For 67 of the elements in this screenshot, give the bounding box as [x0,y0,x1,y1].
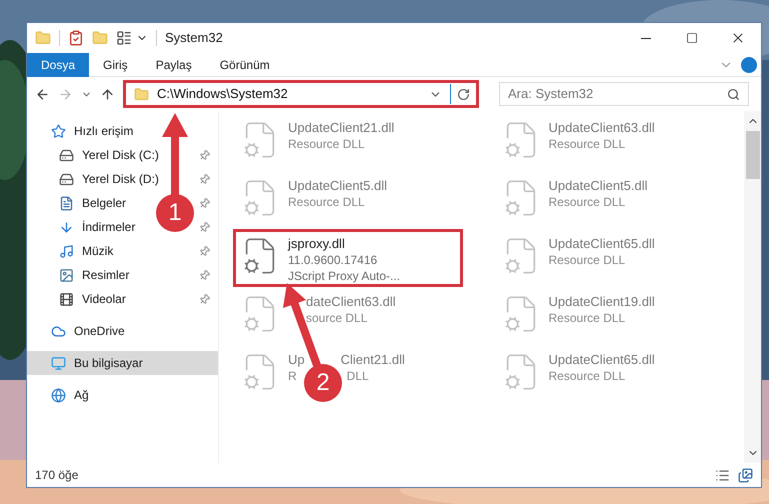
file-detail: source DLL [306,310,368,326]
forward-icon[interactable] [58,86,73,102]
window-title: System32 [165,29,223,48]
nav-item[interactable]: Yerel Disk (C:) [82,146,159,164]
file-detail: Resource DLL [288,194,365,210]
ribbon-tab[interactable]: Dosya [27,52,90,76]
search-input[interactable]: Ara: System32 [508,84,727,104]
file-detail: Resource DLL [548,252,626,268]
cloud-icon [51,324,66,338]
nav-item[interactable]: Yerel Disk (D:) [82,170,159,188]
drive-icon [59,172,74,186]
ribbon-tab[interactable]: Giriş [89,52,142,76]
tiles-view-icon[interactable] [738,468,753,482]
file-name: dateClient63.dll [306,294,396,310]
file-name: UpdateClient5.dll [288,178,388,194]
view-icon[interactable] [116,30,132,46]
documents-icon [59,196,74,210]
properties-icon[interactable] [68,30,84,46]
file-name: UpdateClient65.dll [548,352,655,368]
file-name: Client21.dll [340,352,405,368]
up-icon[interactable] [100,86,115,102]
nav-item[interactable]: Belgeler [82,194,126,212]
network-icon [51,388,66,402]
address-bar[interactable]: C:\Windows\System32 [123,80,479,108]
file-detail: Resource DLL [548,368,626,384]
file-detail: DLL [346,368,369,384]
file-name: UpdateClient21.dll [288,120,394,136]
file-detail: Resource DLL [548,194,626,210]
folder-icon [134,86,149,102]
scroll-thumb[interactable] [746,131,760,179]
file-name: jsproxy.dll [288,236,345,252]
item-count: 170 öğe [35,467,78,484]
nav-item[interactable]: Bu bilgisayar [74,354,143,372]
pictures-icon [59,268,74,282]
ribbon-tab[interactable]: Paylaş [142,52,206,76]
system-drive-icon [59,148,74,162]
computer-icon [51,356,66,370]
ribbon-tab[interactable]: Görünüm [206,52,284,76]
videos-icon [59,292,74,306]
file-name: Up [288,352,305,368]
details-view-icon[interactable] [715,468,730,482]
downloads-icon [59,220,74,234]
nav-item[interactable]: Videolar [82,290,126,308]
nav-item[interactable]: Müzik [82,242,114,260]
music-icon [59,244,74,258]
nav-item[interactable]: Hızlı erişim [74,122,134,140]
file-detail: Resource DLL [548,136,626,152]
file-detail: 11.0.9600.17416 [288,252,378,268]
file-detail: R [288,368,297,384]
nav-item[interactable]: OneDrive [74,322,125,340]
nav-item[interactable]: Resimler [82,266,130,284]
file-detail: Resource DLL [288,136,365,152]
file-name: UpdateClient5.dll [548,178,648,194]
maximize-icon [686,32,698,44]
address-path: C:\Windows\System32 [157,85,289,104]
refresh-icon[interactable] [457,88,470,100]
file-detail: JScript Proxy Auto-... [288,268,400,284]
search-icon[interactable] [727,88,740,100]
quick-icon [51,124,66,138]
back-icon[interactable] [35,86,50,102]
nav-item[interactable]: Ağ [74,386,89,404]
file-name: UpdateClient19.dll [548,294,655,310]
search-field[interactable]: Ara: System32 [499,82,749,106]
nav-item[interactable]: İndirmeler [82,218,136,236]
file-name: UpdateClient63.dll [548,120,655,136]
file-detail: Resource DLL [548,310,626,326]
file-name: UpdateClient65.dll [548,236,655,252]
